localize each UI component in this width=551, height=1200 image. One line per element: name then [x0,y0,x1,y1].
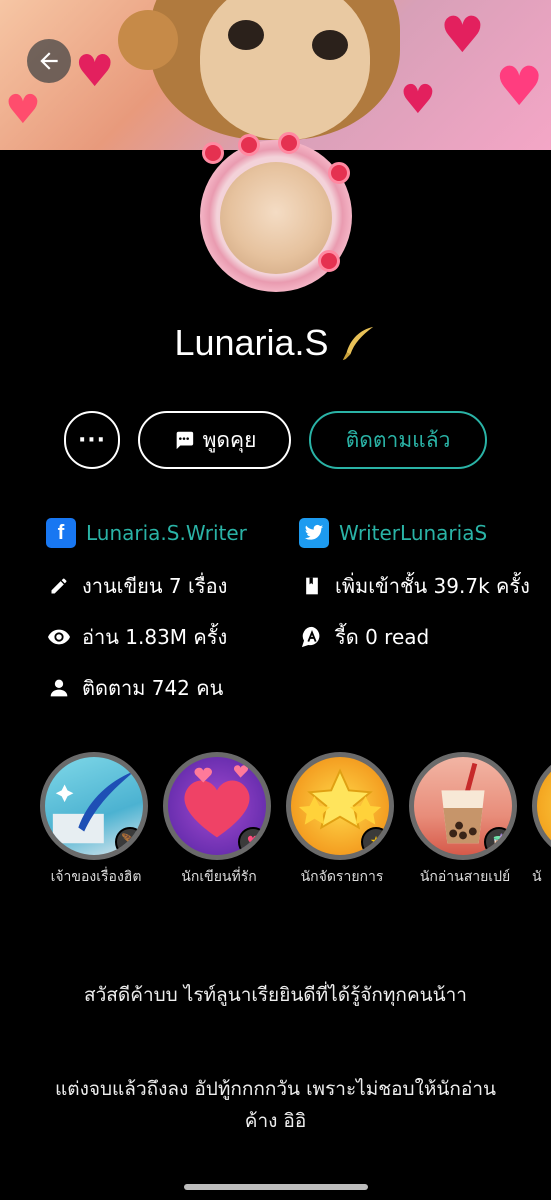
follow-button-label: ติดตามแล้ว [345,427,451,452]
facebook-icon: f [46,518,76,548]
quill-icon [342,326,373,361]
back-button[interactable] [27,39,71,83]
stat-followers: ติดตาม 742 คน [46,672,223,704]
badges-row[interactable]: 🪶 เจ้าของเรื่องฮิต ♥ นักเขียนที่รัก ★ นั… [40,752,551,887]
more-options-button[interactable]: ··· [64,411,120,469]
bio-line-1: สวัสดีค้าบบ ไรท์ลูนาเรียยินดีที่ได้รู้จั… [84,984,467,1006]
profile-name: Lunaria.S [174,322,329,363]
facebook-handle: Lunaria.S.Writer [86,521,247,545]
pencil-icon [46,576,72,596]
more-icon: ··· [77,427,107,453]
badge-generous-reader[interactable]: 🧋 นักอ่านสายเปย์ [409,752,521,887]
chat-button-label: พูดคุย [202,427,257,452]
eye-icon [46,629,72,645]
twitter-icon [299,518,329,548]
follow-button[interactable]: ติดตามแล้ว [309,411,487,469]
bio-line-2: แต่งจบแล้วถึงลง อัปทู้กกกกวัน เพราะไม่ชอ… [55,1078,496,1132]
warning-icon [537,757,551,855]
stat-shelf-adds-text: เพิ่มเข้าชั้น 39.7k ครั้ง [335,574,530,598]
twitter-link[interactable]: WriterLunariaS [299,518,487,548]
stat-reads-text: อ่าน 1.83M ครั้ง [82,625,228,649]
avatar-image [220,162,332,274]
arrow-left-icon [40,52,58,70]
badge-hit-author[interactable]: 🪶 เจ้าของเรื่องฮิต [40,752,152,887]
badge-beloved-writer[interactable]: ♥ นักเขียนที่รัก [163,752,275,887]
badge-label: เจ้าของเรื่องฮิต [50,869,142,885]
chat-bubble-icon [176,431,193,450]
twitter-handle: WriterLunariaS [339,521,488,545]
profile-cover-image: ♥ ♥ ♥ ♥ ♥ [0,0,551,150]
stat-shelf-adds: เพิ่มเข้าชั้น 39.7k ครั้ง [299,570,530,602]
chat-button[interactable]: พูดคุย [138,411,291,469]
avatar [178,132,374,308]
stat-reads: อ่าน 1.83M ครั้ง [46,621,227,653]
badge-label: นักเขียนที่รัก [181,869,257,885]
badge-mini-quill-icon: 🪶 [115,827,143,855]
badge-mini-heart-icon: ♥ [238,827,266,855]
facebook-link[interactable]: f Lunaria.S.Writer [46,518,247,548]
badge-label: นักอ่านสายเปย์ [419,869,511,885]
home-indicator[interactable] [184,1184,368,1190]
badge-label: นั [532,869,542,885]
ried-icon [299,626,325,648]
stat-ried: รี้ด 0 read [299,621,429,653]
person-icon [46,678,72,698]
bookshelf-icon [299,576,325,596]
badge-mini-star-icon: ★ [361,827,389,855]
badge-label: นักจัดรายการ [300,869,384,885]
badge-partial[interactable]: นั [532,752,551,887]
stat-followers-text: ติดตาม 742 คน [82,676,224,700]
badge-mini-bubble-tea-icon: 🧋 [484,827,512,855]
badge-show-host[interactable]: ★ นักจัดรายการ [286,752,398,887]
stat-ried-text: รี้ด 0 read [335,625,430,649]
profile-name-row: Lunaria.S [0,322,551,364]
stat-works: งานเขียน 7 เรื่อง [46,570,227,602]
stat-works-text: งานเขียน 7 เรื่อง [82,574,228,598]
